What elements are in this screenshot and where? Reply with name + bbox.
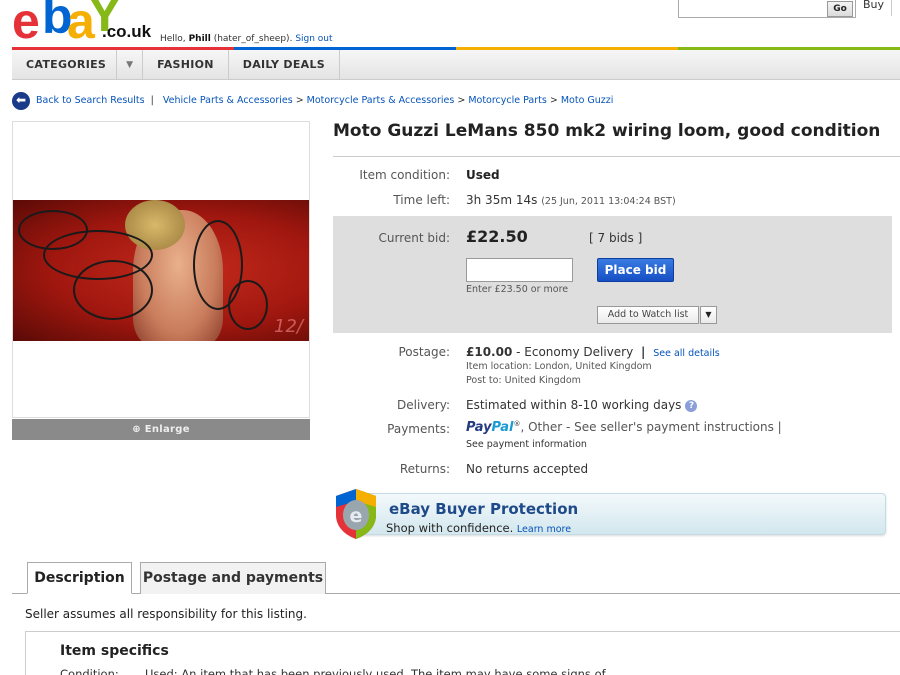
tab-postage-and-payments[interactable]: Postage and payments <box>140 562 326 594</box>
help-icon[interactable]: ? <box>685 400 698 412</box>
returns-value: No returns accepted <box>466 462 589 476</box>
see-all-details-link[interactable]: See all details <box>653 348 720 359</box>
enlarge-button[interactable]: ⊕ Enlarge <box>12 419 310 440</box>
nav-daily-deals[interactable]: DAILY DEALS <box>229 50 341 79</box>
delivery-value: Estimated within 8-10 working days? <box>466 398 698 412</box>
back-to-search-link[interactable]: Back to Search Results <box>36 95 145 106</box>
user-greeting: Hello, Phill (hater_of_sheep). Sign out <box>160 34 333 44</box>
time-left-label: Time left: <box>393 193 450 207</box>
bid-history-link[interactable]: [ 7 bids ] <box>589 231 642 245</box>
seller-note: Seller assumes all responsibility for th… <box>25 607 307 621</box>
place-bid-button[interactable]: Place bid <box>597 258 674 282</box>
buyer-protection-banner: e eBay Buyer Protection Shop with confid… <box>333 487 886 541</box>
breadcrumb-item[interactable]: Motorcycle Parts <box>468 95 547 106</box>
postage-value: £10.00 - Economy Delivery | See all deta… <box>466 345 720 359</box>
user-name: Phill <box>188 34 211 44</box>
ebay-logo[interactable]: e b a Y .co.uk <box>12 0 152 49</box>
user-handle: (hater_of_sheep). <box>213 34 293 44</box>
time-left-value: 3h 35m 14s (25 Jun, 2011 13:04:24 BST) <box>466 193 676 207</box>
post-to: Post to: United Kingdom <box>466 375 581 386</box>
add-to-watch-list-button[interactable]: Add to Watch list <box>597 306 699 324</box>
end-time: (25 Jun, 2011 13:04:24 BST) <box>541 196 676 207</box>
sign-out-link[interactable]: Sign out <box>295 34 332 44</box>
nav-fashion[interactable]: FASHION <box>143 50 229 79</box>
shield-icon: e <box>336 489 376 539</box>
item-photo[interactable]: 12/ <box>13 200 309 341</box>
buy-link[interactable]: Buy <box>863 0 884 11</box>
chevron-down-icon[interactable]: ▼ <box>117 50 144 79</box>
condition-value: Used <box>466 168 500 182</box>
spec-condition-value: Used: An item that has been previously u… <box>145 667 606 675</box>
current-bid-label: Current bid: <box>378 231 451 245</box>
learn-more-link[interactable]: Learn more <box>517 524 571 535</box>
category-nav: CATEGORIES ▼ FASHION DAILY DEALS <box>12 50 900 80</box>
payments-value: PayPal®, Other - See seller's payment in… <box>466 420 782 435</box>
postage-price: £10.00 <box>466 345 513 359</box>
condition-label: Item condition: <box>359 168 450 182</box>
bid-amount-input[interactable] <box>466 258 573 282</box>
go-button[interactable]: Go <box>827 1 853 17</box>
current-bid-amount: £22.50 <box>466 227 528 246</box>
breadcrumb: Back to Search Results | Vehicle Parts & … <box>36 95 614 106</box>
item-image-panel: 12/ <box>12 121 310 418</box>
paypal-logo: PayPal <box>466 420 514 435</box>
item-specifics-title: Item specifics <box>60 643 169 659</box>
payment-info-link[interactable]: See payment information <box>466 439 587 450</box>
returns-label: Returns: <box>399 462 450 476</box>
bid-input-hint: Enter £23.50 or more <box>466 284 569 295</box>
watch-list-dropdown-icon[interactable]: ▼ <box>700 306 717 324</box>
postage-label: Postage: <box>398 345 450 359</box>
logo-tld: .co.uk <box>102 22 152 41</box>
buyer-protection-title: eBay Buyer Protection <box>389 500 579 518</box>
buyer-protection-subtitle: Shop with confidence. Learn more <box>386 521 572 535</box>
spec-condition-label: Condition: <box>60 667 119 675</box>
breadcrumb-item[interactable]: Vehicle Parts & Accessories <box>163 95 293 106</box>
header-divider <box>891 0 892 16</box>
postage-method: - Economy Delivery <box>516 345 634 359</box>
delivery-label: Delivery: <box>397 398 450 412</box>
svg-text:e: e <box>350 505 363 527</box>
item-title: Moto Guzzi LeMans 850 mk2 wiring loom, g… <box>333 121 881 141</box>
tab-description[interactable]: Description <box>27 562 132 594</box>
breadcrumb-item[interactable]: Motorcycle Parts & Accessories <box>307 95 455 106</box>
divider <box>333 156 900 157</box>
back-arrow-icon[interactable]: ⬅ <box>12 92 30 110</box>
zoom-icon: ⊕ <box>132 424 141 435</box>
item-location: Item location: London, United Kingdom <box>466 361 652 372</box>
payments-label: Payments: <box>387 422 450 436</box>
breadcrumb-item[interactable]: Moto Guzzi <box>561 95 614 106</box>
nav-categories[interactable]: CATEGORIES <box>12 50 118 79</box>
